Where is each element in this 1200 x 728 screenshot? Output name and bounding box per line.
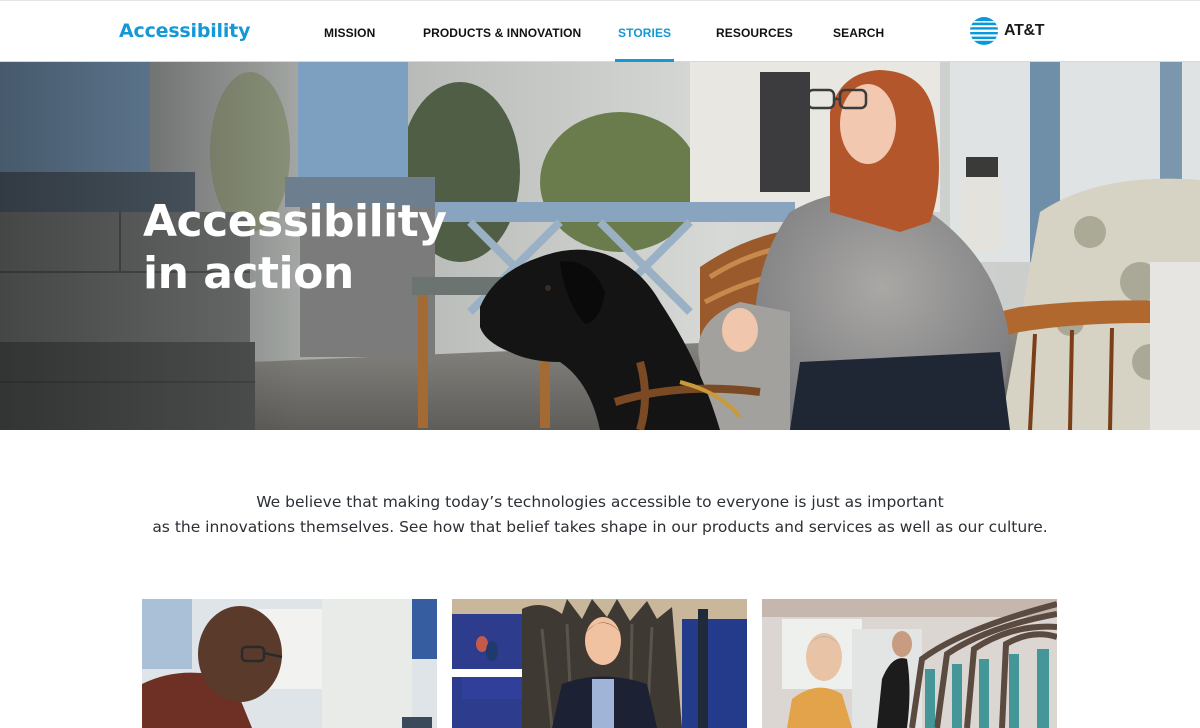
nav-resources[interactable]: RESOURCES [716, 26, 793, 62]
intro-line-1: We believe that making today’s technolog… [256, 493, 944, 511]
logo-text: AT&T [1004, 22, 1045, 39]
hero-title-line-1: Accessibility [143, 196, 447, 247]
nav-products-innovation[interactable]: PRODUCTS & INNOVATION [423, 26, 581, 62]
nav-stories[interactable]: STORIES [614, 26, 675, 62]
hero-title-line-2: in action [143, 248, 354, 299]
intro-line-2: as the innovations themselves. See how t… [152, 518, 1048, 536]
hero-banner: Accessibility in action [0, 62, 1200, 430]
story-image-man-at-desk [142, 599, 437, 728]
nav-search[interactable]: SEARCH [833, 26, 884, 62]
site-header: Accessibility MISSION PRODUCTS & INNOVAT… [0, 0, 1200, 62]
att-logo[interactable]: AT&T [969, 16, 1049, 46]
story-image-expo-throne [452, 599, 747, 728]
story-image-transit-gates [762, 599, 1057, 728]
story-card-2[interactable] [452, 599, 747, 728]
nav-mission[interactable]: MISSION [324, 26, 375, 62]
hero-title: Accessibility in action [143, 196, 463, 300]
brand-link[interactable]: Accessibility [119, 20, 250, 42]
intro-text: We believe that making today’s technolog… [150, 490, 1050, 540]
story-card-3[interactable] [762, 599, 1057, 728]
story-card-1[interactable] [142, 599, 437, 728]
globe-icon [970, 17, 998, 45]
